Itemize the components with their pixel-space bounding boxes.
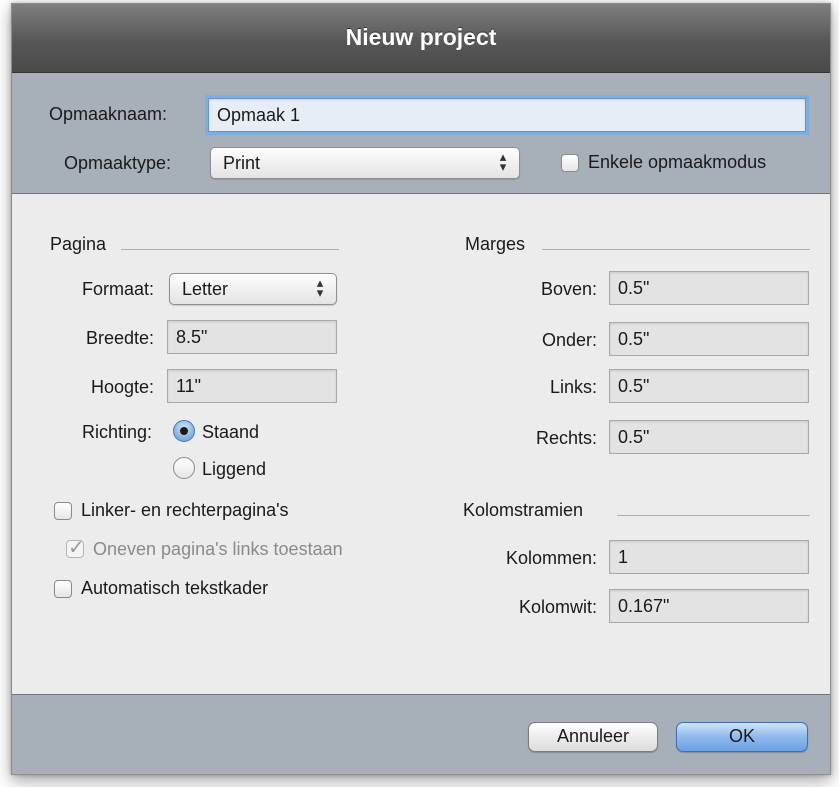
column-guides-section-divider <box>617 515 810 516</box>
layout-type-label: Opmaaktype: <box>64 153 172 173</box>
updown-arrows-icon: ▴ ▾ <box>499 149 507 174</box>
format-label: Formaat: <box>81 279 154 299</box>
single-layout-label: Enkele opmaakmodus <box>588 152 767 172</box>
margin-top-label: Boven: <box>540 279 597 299</box>
page-section-divider <box>121 249 339 250</box>
layout-type-popup[interactable]: Print ▴ ▾ <box>210 147 520 179</box>
margin-top-input[interactable]: 0.5" <box>609 271 809 305</box>
margin-right-input[interactable]: 0.5" <box>609 420 809 454</box>
format-value: Letter <box>182 279 229 299</box>
footer-panel: Annuleer OK <box>12 694 830 774</box>
margin-bottom-input[interactable]: 0.5" <box>609 322 809 356</box>
orientation-landscape-label: Liggend <box>202 459 267 479</box>
auto-text-box-label: Automatisch tekstkader <box>81 578 269 598</box>
margin-right-label: Rechts: <box>535 428 597 448</box>
page-section-title: Pagina <box>50 234 107 254</box>
orientation-portrait-radio[interactable] <box>173 420 195 442</box>
layout-type-value: Print <box>223 153 261 173</box>
margin-left-input[interactable]: 0.5" <box>609 369 809 403</box>
height-label: Hoogte: <box>90 377 154 397</box>
orientation-portrait-label: Staand <box>202 422 260 442</box>
radio-dot-icon <box>180 427 188 435</box>
dialog-title: Nieuw project <box>345 24 497 50</box>
columns-label: Kolommen: <box>505 548 597 568</box>
dialog-window: Nieuw project Opmaaknaam: Opmaak 1 Opmaa… <box>11 3 831 775</box>
single-layout-checkbox[interactable] <box>561 154 579 172</box>
facing-pages-checkbox[interactable] <box>54 502 72 520</box>
margins-section-title: Marges <box>465 234 526 254</box>
column-guides-section-title: Kolomstramien <box>463 500 584 520</box>
cancel-button[interactable]: Annuleer <box>528 722 658 752</box>
columns-input[interactable]: 1 <box>609 540 809 574</box>
allow-odd-label: Oneven pagina's links toestaan <box>93 539 343 559</box>
auto-text-box-checkbox[interactable] <box>54 580 72 598</box>
ok-button[interactable]: OK <box>676 722 808 752</box>
title-bar[interactable]: Nieuw project <box>12 4 830 73</box>
format-popup[interactable]: Letter ▴ ▾ <box>169 273 337 305</box>
layout-name-label: Opmaaknaam: <box>49 104 168 124</box>
gutter-label: Kolomwit: <box>518 597 597 617</box>
orientation-landscape-radio[interactable] <box>173 457 195 479</box>
height-input[interactable]: 11" <box>167 369 337 403</box>
header-panel: Opmaaknaam: Opmaak 1 Opmaaktype: Print ▴… <box>12 73 830 194</box>
orientation-label: Richting: <box>81 422 152 442</box>
margin-bottom-label: Onder: <box>541 330 597 350</box>
allow-odd-checkbox[interactable]: ✓ <box>66 537 85 559</box>
checkmark-icon: ✓ <box>68 537 85 559</box>
layout-name-input[interactable]: Opmaak 1 <box>208 98 806 132</box>
facing-pages-label: Linker- en rechterpagina's <box>81 500 289 520</box>
width-input[interactable]: 8.5" <box>167 320 337 354</box>
width-label: Breedte: <box>85 328 154 348</box>
gutter-input[interactable]: 0.167" <box>609 589 809 623</box>
updown-arrows-icon: ▴ ▾ <box>316 275 324 300</box>
margins-section-divider <box>542 249 810 250</box>
margin-left-label: Links: <box>549 377 597 397</box>
